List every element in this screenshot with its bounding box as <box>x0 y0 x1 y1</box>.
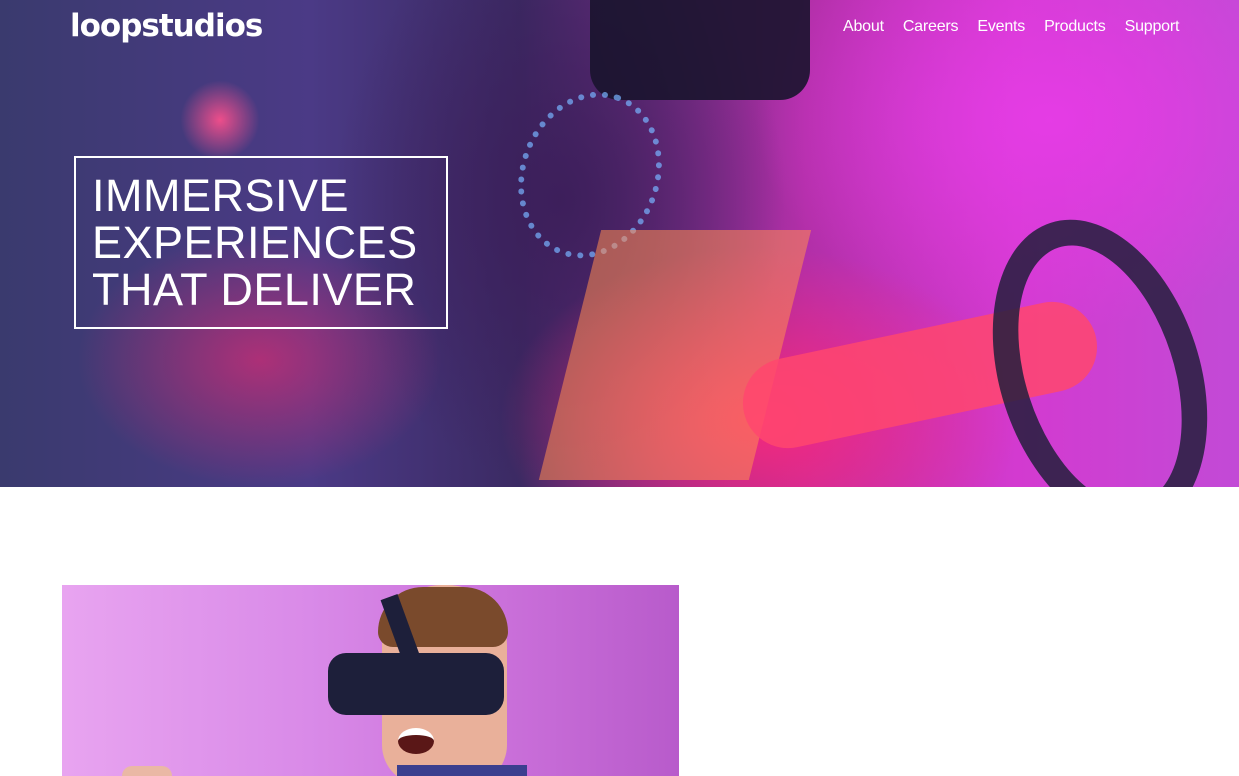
hero-image-vr-headset <box>590 0 810 100</box>
person-mouth <box>398 728 434 754</box>
hero-headline: IMMERSIVE EXPERIENCES THAT DELIVER <box>92 172 446 313</box>
hero-image-arm <box>734 293 1106 457</box>
hero-headline-line-1: IMMERSIVE <box>92 170 350 221</box>
main-nav: About Careers Events Products Support <box>843 18 1179 36</box>
hero-section: loopstudios About Careers Events Product… <box>0 0 1239 487</box>
nav-item-careers[interactable]: Careers <box>903 18 959 36</box>
nav-item-about[interactable]: About <box>843 18 884 36</box>
hero-image-light <box>180 80 260 160</box>
vr-headset <box>328 653 504 715</box>
hero-headline-line-3: THAT DELIVER <box>92 264 417 315</box>
hero-headline-line-2: EXPERIENCES <box>92 217 418 268</box>
hero-headline-box: IMMERSIVE EXPERIENCES THAT DELIVER <box>74 156 448 329</box>
brand-logo[interactable]: loopstudios <box>70 8 263 44</box>
hero-image-necklace <box>495 71 685 279</box>
person-shirt <box>397 765 527 776</box>
hero-image-shirt <box>538 230 812 480</box>
nav-item-events[interactable]: Events <box>977 18 1025 36</box>
nav-item-support[interactable]: Support <box>1125 18 1180 36</box>
feature-image-vr-user <box>62 585 679 776</box>
hero-image-steering-wheel <box>955 191 1239 487</box>
nav-item-products[interactable]: Products <box>1044 18 1106 36</box>
person-hand <box>122 766 172 776</box>
